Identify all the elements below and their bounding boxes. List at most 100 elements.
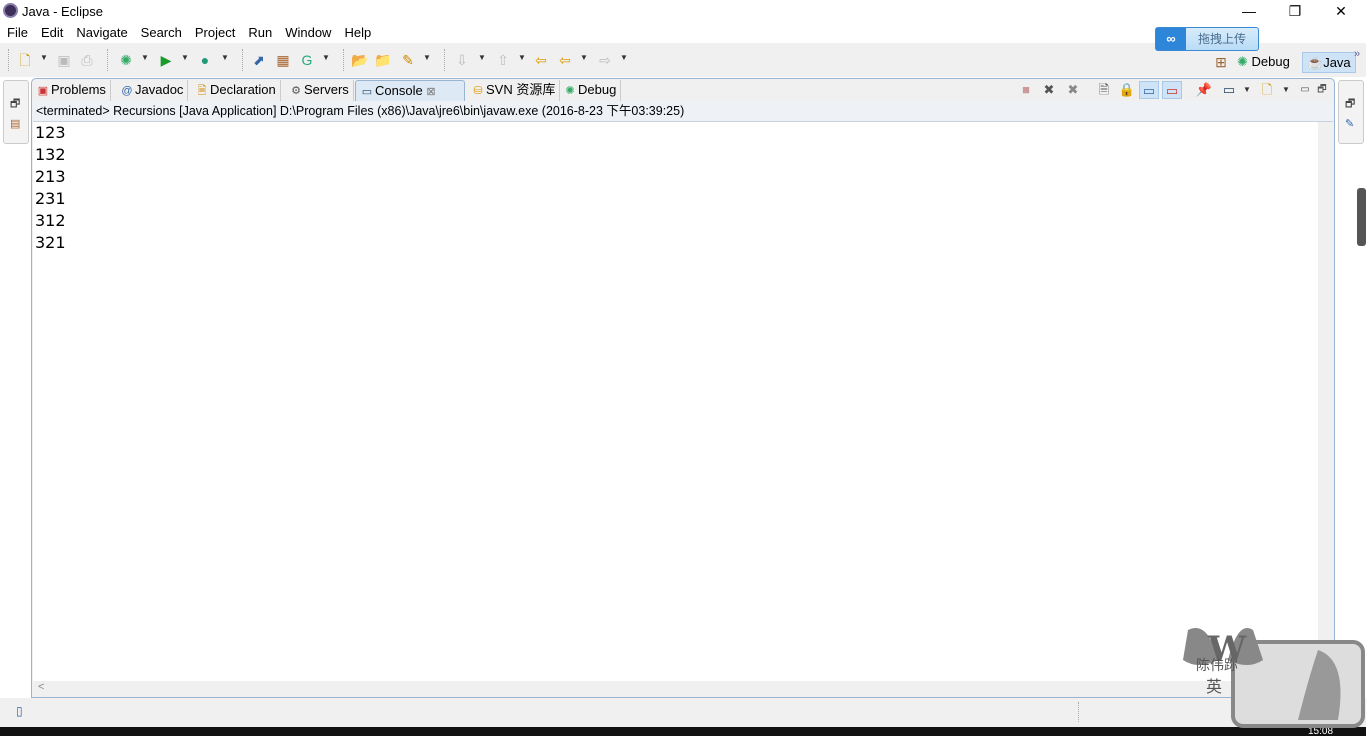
minimize-button[interactable]: —: [1226, 0, 1272, 22]
tab-console[interactable]: ▭ Console ⊠: [355, 80, 465, 101]
clock: 15:08: [1308, 727, 1334, 736]
external-tools-icon[interactable]: ●: [196, 51, 214, 69]
edge-scroll-handle[interactable]: [1357, 188, 1366, 246]
display-console-icon[interactable]: ▭: [1219, 81, 1239, 99]
chevron-down-icon[interactable]: ▼: [221, 53, 229, 62]
view-tabs: ▣ Problems @ Javadoc 🗎 Declaration ⚙ Servers…: [32, 79, 1334, 101]
open-console-icon[interactable]: 🗋: [1257, 81, 1277, 99]
restore-icon[interactable]: 🗗: [1345, 95, 1355, 114]
tab-label: SVN 资源库: [486, 82, 556, 97]
tab-declaration[interactable]: 🗎 Declaration: [191, 80, 281, 101]
chevron-down-icon[interactable]: ▼: [580, 53, 588, 62]
scroll-lock-icon[interactable]: 🔒: [1117, 81, 1137, 99]
restore-icon[interactable]: 🗗: [10, 95, 20, 114]
menu-help[interactable]: Help: [337, 22, 377, 40]
bug-icon: ✺: [565, 85, 575, 97]
declaration-icon: 🗎: [197, 85, 207, 97]
fast-view-icon[interactable]: ▯: [16, 704, 23, 718]
console-icon: ▭: [361, 86, 373, 98]
open-perspective-icon[interactable]: ⊞: [1212, 53, 1230, 71]
svg-text:陈伟䟢: 陈伟䟢: [1196, 657, 1238, 674]
close-tab-icon[interactable]: ⊠: [426, 86, 435, 98]
last-edit-icon[interactable]: ⇦: [532, 51, 550, 69]
toolbar-grip: [8, 49, 9, 71]
menu-file[interactable]: File: [0, 22, 34, 40]
remove-launch-icon[interactable]: ✖: [1039, 81, 1059, 99]
outline-icon[interactable]: ▤: [10, 117, 20, 130]
chevron-down-icon[interactable]: ▼: [1243, 85, 1251, 94]
console-line: 312: [35, 211, 66, 230]
window-title: Java - Eclipse: [22, 4, 103, 19]
chevron-down-icon[interactable]: ▼: [181, 53, 189, 62]
upload-widget[interactable]: ∞ 拖拽上传: [1155, 27, 1259, 51]
pin-console-icon[interactable]: 📌: [1194, 81, 1214, 99]
new-class-icon[interactable]: ▦: [274, 51, 292, 69]
terminate-icon[interactable]: ■: [1016, 81, 1036, 99]
run-icon[interactable]: ▶: [157, 51, 175, 69]
horizontal-scrollbar[interactable]: <: [33, 681, 1318, 696]
new-icon[interactable]: 🗋: [16, 51, 34, 69]
tab-label: Declaration: [210, 82, 276, 97]
scroll-left-icon[interactable]: <: [38, 681, 44, 693]
prev-annotation-icon[interactable]: ⇧: [494, 51, 512, 69]
close-button[interactable]: ✕: [1318, 0, 1364, 22]
print-icon[interactable]: ⎙: [78, 51, 96, 69]
vertical-scrollbar[interactable]: [1318, 122, 1334, 681]
status-grip: [1078, 702, 1079, 722]
back-icon[interactable]: ⇦: [556, 51, 574, 69]
console-header: <terminated> Recursions [Java Applicatio…: [33, 101, 1333, 122]
tab-debug[interactable]: ✺ Debug: [559, 80, 622, 101]
next-annotation-icon[interactable]: ⇩: [453, 51, 471, 69]
more-perspectives-icon[interactable]: »: [1354, 48, 1360, 60]
perspective-debug-label: Debug: [1251, 54, 1290, 69]
remove-all-terminated-icon[interactable]: ✖: [1063, 81, 1083, 99]
status-bar: ▯: [0, 698, 1366, 727]
restore-button[interactable]: ❐: [1272, 0, 1318, 22]
console-output[interactable]: 123 132 213 231 312 321: [33, 122, 1318, 681]
show-on-stdout-icon[interactable]: ▭: [1139, 81, 1159, 99]
menu-search[interactable]: Search: [134, 22, 188, 40]
taskbar: 15:08: [0, 727, 1366, 736]
chevron-down-icon[interactable]: ▼: [478, 53, 486, 62]
search-icon[interactable]: ✎: [399, 51, 417, 69]
upload-label: 拖拽上传: [1197, 32, 1246, 46]
task-list-icon[interactable]: ✎: [1345, 117, 1354, 130]
chevron-down-icon[interactable]: ▼: [518, 53, 526, 62]
javadoc-icon: @: [121, 85, 133, 97]
menu-window[interactable]: Window: [278, 22, 337, 40]
perspective-java-label: Java: [1323, 55, 1351, 70]
menu-navigate[interactable]: Navigate: [69, 22, 133, 40]
tab-svn[interactable]: ⛁ SVN 资源库: [467, 80, 561, 101]
svg-text:英: 英: [1206, 677, 1222, 696]
console-line: 123: [35, 123, 66, 142]
perspective-debug[interactable]: ✺ Debug: [1233, 52, 1294, 73]
chevron-down-icon[interactable]: ▼: [423, 53, 431, 62]
menu-project[interactable]: Project: [188, 22, 241, 40]
right-trim-stack: 🗗 ✎: [1338, 80, 1364, 144]
tab-problems[interactable]: ▣ Problems: [32, 80, 111, 101]
console-line: 132: [35, 145, 66, 164]
separator: [444, 49, 445, 71]
menu-run[interactable]: Run: [241, 22, 278, 40]
new-java-package-icon[interactable]: ⬈: [250, 51, 268, 69]
show-on-stderr-icon[interactable]: ▭: [1162, 81, 1182, 99]
chevron-down-icon[interactable]: ▼: [1282, 85, 1290, 94]
open-task-icon[interactable]: 📁: [374, 51, 392, 69]
menu-edit[interactable]: Edit: [34, 22, 69, 40]
console-line: 231: [35, 189, 66, 208]
forward-icon[interactable]: ⇨: [596, 51, 614, 69]
maximize-view-icon[interactable]: 🗗: [1312, 81, 1332, 99]
save-icon[interactable]: ▣: [55, 51, 73, 69]
bug-icon: ✺: [1237, 54, 1248, 69]
open-type-icon[interactable]: 📂: [351, 51, 369, 69]
tab-javadoc[interactable]: @ Javadoc: [116, 80, 189, 101]
chevron-down-icon[interactable]: ▼: [620, 53, 628, 62]
clear-console-icon[interactable]: 🗎: [1094, 81, 1114, 99]
chevron-down-icon[interactable]: ▼: [322, 53, 330, 62]
tab-servers[interactable]: ⚙ Servers: [285, 80, 354, 101]
debug-run-icon[interactable]: ✺: [117, 51, 135, 69]
perspective-java[interactable]: ☕Java: [1302, 52, 1356, 73]
new-interface-icon[interactable]: G: [298, 51, 316, 69]
chevron-down-icon[interactable]: ▼: [141, 53, 149, 62]
chevron-down-icon[interactable]: ▼: [40, 53, 48, 62]
